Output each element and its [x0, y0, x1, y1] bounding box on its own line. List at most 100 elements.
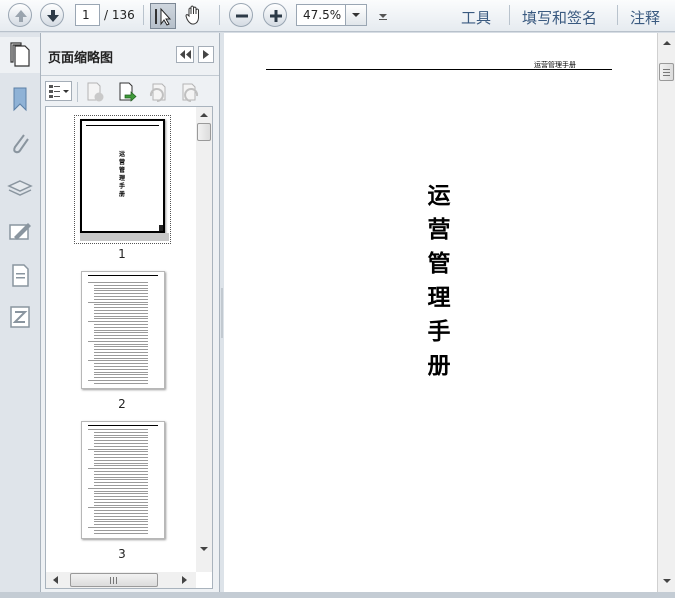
chevron-down-icon	[379, 14, 387, 20]
thumbnail-text-line	[94, 304, 148, 306]
zoom-out-button[interactable]	[229, 3, 253, 27]
thumbnail-text-line	[94, 476, 148, 478]
thumbnail-text-line	[94, 324, 148, 325]
thumbnail-options-button[interactable]	[45, 81, 72, 101]
scroll-down-arrow-icon[interactable]	[660, 575, 674, 587]
toolbar-separator	[219, 5, 220, 25]
thumbnail-text-line	[88, 282, 148, 283]
panel-divider	[41, 75, 219, 76]
thumbnail-text-line	[94, 479, 148, 481]
plus-icon	[270, 10, 282, 22]
title-char: 运	[427, 183, 451, 209]
delete-pages-button[interactable]	[84, 81, 106, 103]
rotate-left-icon	[149, 83, 166, 102]
thumbnail-text-line	[94, 312, 148, 314]
thumbnails-horizontal-scrollbar[interactable]	[46, 572, 196, 588]
thumbnail-text-line	[94, 368, 148, 370]
page-number-label: 3	[118, 547, 126, 561]
thumbnail-text-line	[94, 352, 148, 353]
scroll-up-arrow-icon[interactable]	[660, 37, 674, 49]
thumbnail-text-line	[94, 499, 148, 500]
thumbnail-text-line	[94, 504, 148, 506]
thumbnail-text-line	[94, 445, 148, 447]
scroll-right-arrow-icon[interactable]	[178, 574, 190, 586]
thumbnail-header-rule	[88, 425, 158, 426]
fill-sign-tab[interactable]: 填写和签名	[522, 7, 597, 28]
thumbnail-text-line	[94, 471, 148, 472]
select-tool-button[interactable]	[150, 3, 176, 29]
thumbnail-text-line	[94, 354, 148, 356]
thumbnail-text-line	[94, 501, 148, 503]
thumbnails-list[interactable]: 运营管理手册 1 2 3	[45, 106, 213, 589]
page-number-input[interactable]: 1	[75, 4, 100, 26]
layers-button[interactable]	[6, 173, 34, 201]
collapse-panel-button[interactable]	[176, 46, 194, 63]
tags-button[interactable]	[6, 303, 34, 331]
comment-tab[interactable]: 注释	[630, 7, 660, 28]
tools-tab[interactable]: 工具	[461, 7, 491, 28]
thumbnail-text-line	[94, 338, 148, 339]
thumbnails-vertical-scrollbar[interactable]	[196, 107, 212, 572]
scroll-thumb[interactable]	[197, 123, 211, 141]
page-thumbnail-3[interactable]	[81, 421, 165, 539]
pages-panel-button[interactable]	[6, 41, 34, 69]
scroll-up-arrow-icon[interactable]	[196, 109, 212, 121]
thumbnail-resize-handle[interactable]	[159, 225, 163, 231]
thumbnail-text-line	[94, 440, 148, 442]
toolbar-overflow-button[interactable]	[376, 8, 390, 24]
thumbnail-text-line	[94, 318, 148, 320]
thumbnail-viewport-bar	[80, 233, 169, 241]
thumbnail-text-line	[94, 335, 148, 337]
tags-icon	[10, 306, 30, 328]
page-thumbnails-panel: 页面缩略图 运营管理手册 1 2 3	[41, 33, 219, 592]
document-scroll-thumb[interactable]	[659, 63, 674, 81]
grip-icon	[110, 577, 117, 584]
thumbnail-text-line	[94, 443, 148, 444]
content-button[interactable]	[6, 261, 34, 289]
insert-pages-button[interactable]	[116, 81, 138, 103]
thumbnail-text-line	[94, 465, 148, 467]
bookmarks-button[interactable]	[6, 85, 34, 113]
document-icon	[12, 264, 29, 287]
panel-title: 页面缩略图	[48, 51, 114, 66]
thumbnail-text-line	[94, 459, 148, 461]
next-page-button[interactable]	[40, 3, 64, 27]
page-number-label: 1	[118, 247, 126, 261]
hand-tool-button[interactable]	[183, 4, 207, 28]
thumbnail-text-line	[94, 454, 148, 456]
page-thumbnail-2[interactable]	[81, 271, 165, 389]
zoom-in-button[interactable]	[263, 3, 287, 27]
document-view[interactable]: 运营管理手册 运 营 管 理 手 册	[224, 33, 657, 592]
chevron-down-icon	[352, 13, 360, 17]
thumbnail-text-line	[94, 462, 148, 464]
scroll-down-arrow-icon[interactable]	[196, 543, 212, 555]
toolbar-separator	[77, 82, 78, 102]
thumbnail-text-line	[88, 360, 148, 362]
thumbnail-text-line	[94, 532, 148, 534]
toolbar-separator	[143, 5, 144, 25]
signatures-button[interactable]	[6, 217, 34, 245]
zoom-level-input[interactable]: 47.5%	[296, 4, 346, 26]
list-options-icon	[49, 85, 69, 98]
title-char: 手	[427, 319, 451, 345]
thumbnail-text-line	[94, 290, 148, 292]
thumbnail-text-line	[94, 434, 148, 436]
previous-page-button[interactable]	[8, 3, 32, 27]
scroll-left-arrow-icon[interactable]	[50, 574, 62, 586]
grip-icon	[663, 69, 670, 76]
thumbnail-text-line	[94, 293, 148, 295]
horizontal-scroll-thumb[interactable]	[70, 573, 158, 587]
rotate-right-button[interactable]	[179, 81, 201, 103]
rotate-left-button[interactable]	[147, 81, 169, 103]
zoom-dropdown-button[interactable]	[345, 4, 367, 26]
document-vertical-scrollbar[interactable]	[657, 33, 675, 592]
thumbnail-title-text: 运营管理手册	[118, 151, 125, 198]
panel-options-arrow-button[interactable]	[198, 46, 214, 63]
thumbnail-text-line	[94, 451, 148, 453]
minus-icon	[236, 14, 248, 18]
thumbnail-text-line	[94, 524, 148, 526]
rotate-right-icon	[182, 83, 199, 102]
cursor-icon	[155, 7, 172, 26]
attachments-button[interactable]	[6, 129, 34, 157]
page-thumbnail-1[interactable]: 运营管理手册	[80, 119, 165, 233]
